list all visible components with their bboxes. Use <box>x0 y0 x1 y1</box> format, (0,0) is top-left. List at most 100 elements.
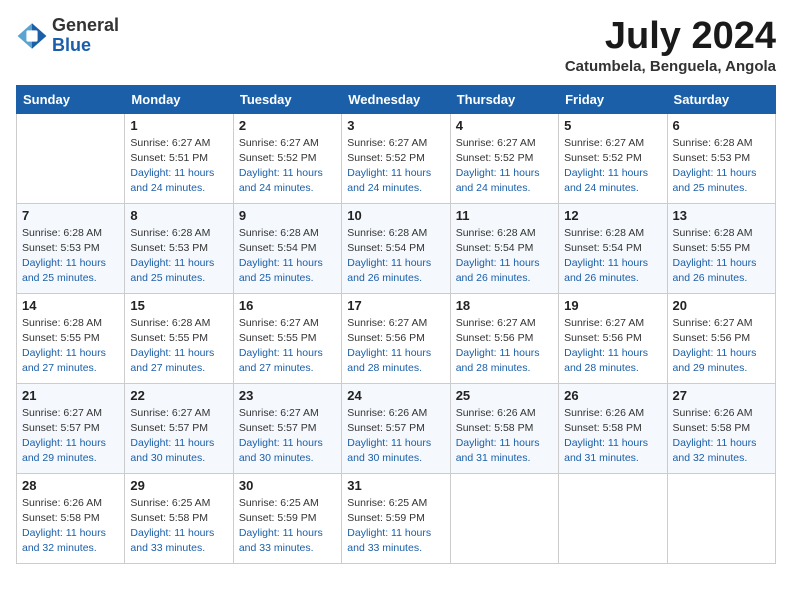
daylight-text: Daylight: 11 hours and 26 minutes. <box>456 257 540 284</box>
sunrise-text: Sunrise: 6:28 AM <box>456 227 536 239</box>
sunrise-text: Sunrise: 6:28 AM <box>22 317 102 329</box>
calendar-cell: 23Sunrise: 6:27 AMSunset: 5:57 PMDayligh… <box>233 383 341 473</box>
day-number: 3 <box>347 118 444 133</box>
day-sun-info: Sunrise: 6:28 AMSunset: 5:54 PMDaylight:… <box>239 226 336 287</box>
sunset-text: Sunset: 5:58 PM <box>673 422 751 434</box>
day-number: 16 <box>239 298 336 313</box>
calendar-cell: 11Sunrise: 6:28 AMSunset: 5:54 PMDayligh… <box>450 203 558 293</box>
day-number: 31 <box>347 478 444 493</box>
sunset-text: Sunset: 5:53 PM <box>673 152 751 164</box>
daylight-text: Daylight: 11 hours and 27 minutes. <box>130 347 214 374</box>
daylight-text: Daylight: 11 hours and 28 minutes. <box>564 347 648 374</box>
calendar-cell: 25Sunrise: 6:26 AMSunset: 5:58 PMDayligh… <box>450 383 558 473</box>
sunrise-text: Sunrise: 6:25 AM <box>347 497 427 509</box>
daylight-text: Daylight: 11 hours and 25 minutes. <box>22 257 106 284</box>
calendar-cell: 14Sunrise: 6:28 AMSunset: 5:55 PMDayligh… <box>17 293 125 383</box>
day-sun-info: Sunrise: 6:27 AM Sunset: 5:56 PM Daylight:… <box>564 316 661 377</box>
calendar-cell: 9Sunrise: 6:28 AMSunset: 5:54 PMDaylight… <box>233 203 341 293</box>
day-sun-info: Sunrise: 6:25 AMSunset: 5:58 PMDaylight:… <box>130 496 227 557</box>
day-number: 20 <box>673 298 770 313</box>
day-sun-info: Sunrise: 6:27 AMSunset: 5:57 PMDaylight:… <box>239 406 336 467</box>
day-sun-info: Sunrise: 6:28 AMSunset: 5:54 PMDaylight:… <box>347 226 444 287</box>
day-sun-info: Sunrise: 6:25 AMSunset: 5:59 PMDaylight:… <box>347 496 444 557</box>
day-sun-info: Sunrise: 6:25 AMSunset: 5:59 PMDaylight:… <box>239 496 336 557</box>
sunset-text: Sunset: 5:52 PM <box>456 152 534 164</box>
sunrise-text: Sunrise: 6:26 AM <box>22 497 102 509</box>
day-number: 8 <box>130 208 227 223</box>
calendar-cell: 10Sunrise: 6:28 AMSunset: 5:54 PMDayligh… <box>342 203 450 293</box>
calendar-cell: 20 Sunrise: 6:27 AMSunset: 5:56 PMDayligh… <box>667 293 775 383</box>
day-sun-info: Sunrise: 6:28 AMSunset: 5:53 PMDaylight:… <box>22 226 119 287</box>
day-sun-info: Sunrise: 6:26 AMSunset: 5:58 PMDaylight:… <box>456 406 553 467</box>
header-day-sunday: Sunday <box>17 85 125 113</box>
day-sun-info: Sunrise: 6:26 AMSunset: 5:58 PMDaylight:… <box>673 406 770 467</box>
daylight-text: Daylight: 11 hours and 24 minutes. <box>564 167 648 194</box>
daylight-text: Daylight: 11 hours and 25 minutes. <box>239 257 323 284</box>
logo-icon <box>16 20 48 52</box>
title-block: July 2024 Catumbela, Benguela, Angola <box>565 16 776 75</box>
sunrise-text: Sunrise: 6:27 AM <box>130 137 210 149</box>
header-day-tuesday: Tuesday <box>233 85 341 113</box>
day-number: 6 <box>673 118 770 133</box>
daylight-text: Daylight: 11 hours and 27 minutes. <box>22 347 106 374</box>
day-number: 27 <box>673 388 770 403</box>
calendar-week-1: 7Sunrise: 6:28 AMSunset: 5:53 PMDaylight… <box>17 203 776 293</box>
sunrise-text: Sunrise: 6:28 AM <box>22 227 102 239</box>
calendar-cell <box>559 473 667 563</box>
sunset-text: Sunset: 5:56 PM <box>564 332 642 344</box>
day-sun-info: Sunrise: 6:28 AMSunset: 5:54 PMDaylight:… <box>564 226 661 287</box>
calendar-week-0: 1Sunrise: 6:27 AMSunset: 5:51 PMDaylight… <box>17 113 776 203</box>
day-number: 5 <box>564 118 661 133</box>
logo-general: General <box>52 16 119 36</box>
sunrise-text: Sunrise: 6:27 AM <box>564 317 644 329</box>
day-sun-info: Sunrise: 6:27 AMSunset: 5:52 PMDaylight:… <box>456 136 553 197</box>
day-number: 13 <box>673 208 770 223</box>
sunset-text: Sunset: 5:55 PM <box>22 332 100 344</box>
header-row: SundayMondayTuesdayWednesdayThursdayFrid… <box>17 85 776 113</box>
sunrise-text: Sunrise: 6:28 AM <box>564 227 644 239</box>
sunrise-text: Sunrise: 6:27 AM <box>347 137 427 149</box>
logo: General Blue <box>16 16 119 56</box>
calendar-table: SundayMondayTuesdayWednesdayThursdayFrid… <box>16 85 776 564</box>
day-number: 15 <box>130 298 227 313</box>
day-sun-info: Sunrise: 6:26 AMSunset: 5:58 PMDaylight:… <box>22 496 119 557</box>
day-number: 19 <box>564 298 661 313</box>
day-number: 21 <box>22 388 119 403</box>
day-number: 24 <box>347 388 444 403</box>
day-sun-info: Sunrise: 6:27 AMSunset: 5:56 PMDaylight:… <box>347 316 444 377</box>
daylight-text: Daylight: 11 hours and 28 minutes. <box>456 347 540 374</box>
day-sun-info: Sunrise: 6:27 AMSunset: 5:57 PMDaylight:… <box>22 406 119 467</box>
calendar-cell: 31 Sunrise: 6:25 AMSunset: 5:59 PMDayligh… <box>342 473 450 563</box>
day-sun-info: Sunrise: 6:28 AM Sunset: 5:55 PM Daylight:… <box>22 316 119 377</box>
calendar-cell: 30Sunrise: 6:25 AMSunset: 5:59 PMDayligh… <box>233 473 341 563</box>
sunrise-text: Sunrise: 6:27 AM <box>456 317 536 329</box>
day-sun-info: Sunrise: 6:27 AMSunset: 5:52 PMDaylight:… <box>239 136 336 197</box>
sunrise-text: Sunrise: 6:26 AM <box>347 407 427 419</box>
day-number: 4 <box>456 118 553 133</box>
sunrise-text: Sunrise: 6:25 AM <box>239 497 319 509</box>
sunrise-text: Sunrise: 6:27 AM <box>130 407 210 419</box>
sunset-text: Sunset: 5:52 PM <box>564 152 642 164</box>
calendar-cell: 21 Sunrise: 6:27 AMSunset: 5:57 PMDayligh… <box>17 383 125 473</box>
day-sun-info: Sunrise: 6:26 AMSunset: 5:57 PMDaylight:… <box>347 406 444 467</box>
sunset-text: Sunset: 5:52 PM <box>239 152 317 164</box>
daylight-text: Daylight: 11 hours and 29 minutes. <box>673 347 757 374</box>
header-day-thursday: Thursday <box>450 85 558 113</box>
sunset-text: Sunset: 5:54 PM <box>239 242 317 254</box>
sunrise-text: Sunrise: 6:25 AM <box>130 497 210 509</box>
calendar-cell: 8Sunrise: 6:28 AMSunset: 5:53 PMDaylight… <box>125 203 233 293</box>
day-sun-info: Sunrise: 6:27 AMSunset: 5:56 PMDaylight:… <box>673 316 770 377</box>
sunrise-text: Sunrise: 6:27 AM <box>564 137 644 149</box>
day-number: 26 <box>564 388 661 403</box>
daylight-text: Daylight: 11 hours and 33 minutes. <box>239 527 323 554</box>
day-number: 28 <box>22 478 119 493</box>
day-sun-info: Sunrise: 6:28 AMSunset: 5:55 PMDaylight:… <box>673 226 770 287</box>
sunrise-text: Sunrise: 6:27 AM <box>239 317 319 329</box>
day-number: 18 <box>456 298 553 313</box>
calendar-cell: 1Sunrise: 6:27 AMSunset: 5:51 PMDaylight… <box>125 113 233 203</box>
calendar-cell <box>667 473 775 563</box>
daylight-text: Daylight: 11 hours and 26 minutes. <box>564 257 648 284</box>
calendar-cell: 22Sunrise: 6:27 AMSunset: 5:57 PMDayligh… <box>125 383 233 473</box>
calendar-cell: 13 Sunrise: 6:28 AMSunset: 5:55 PMDayligh… <box>667 203 775 293</box>
day-number: 1 <box>130 118 227 133</box>
